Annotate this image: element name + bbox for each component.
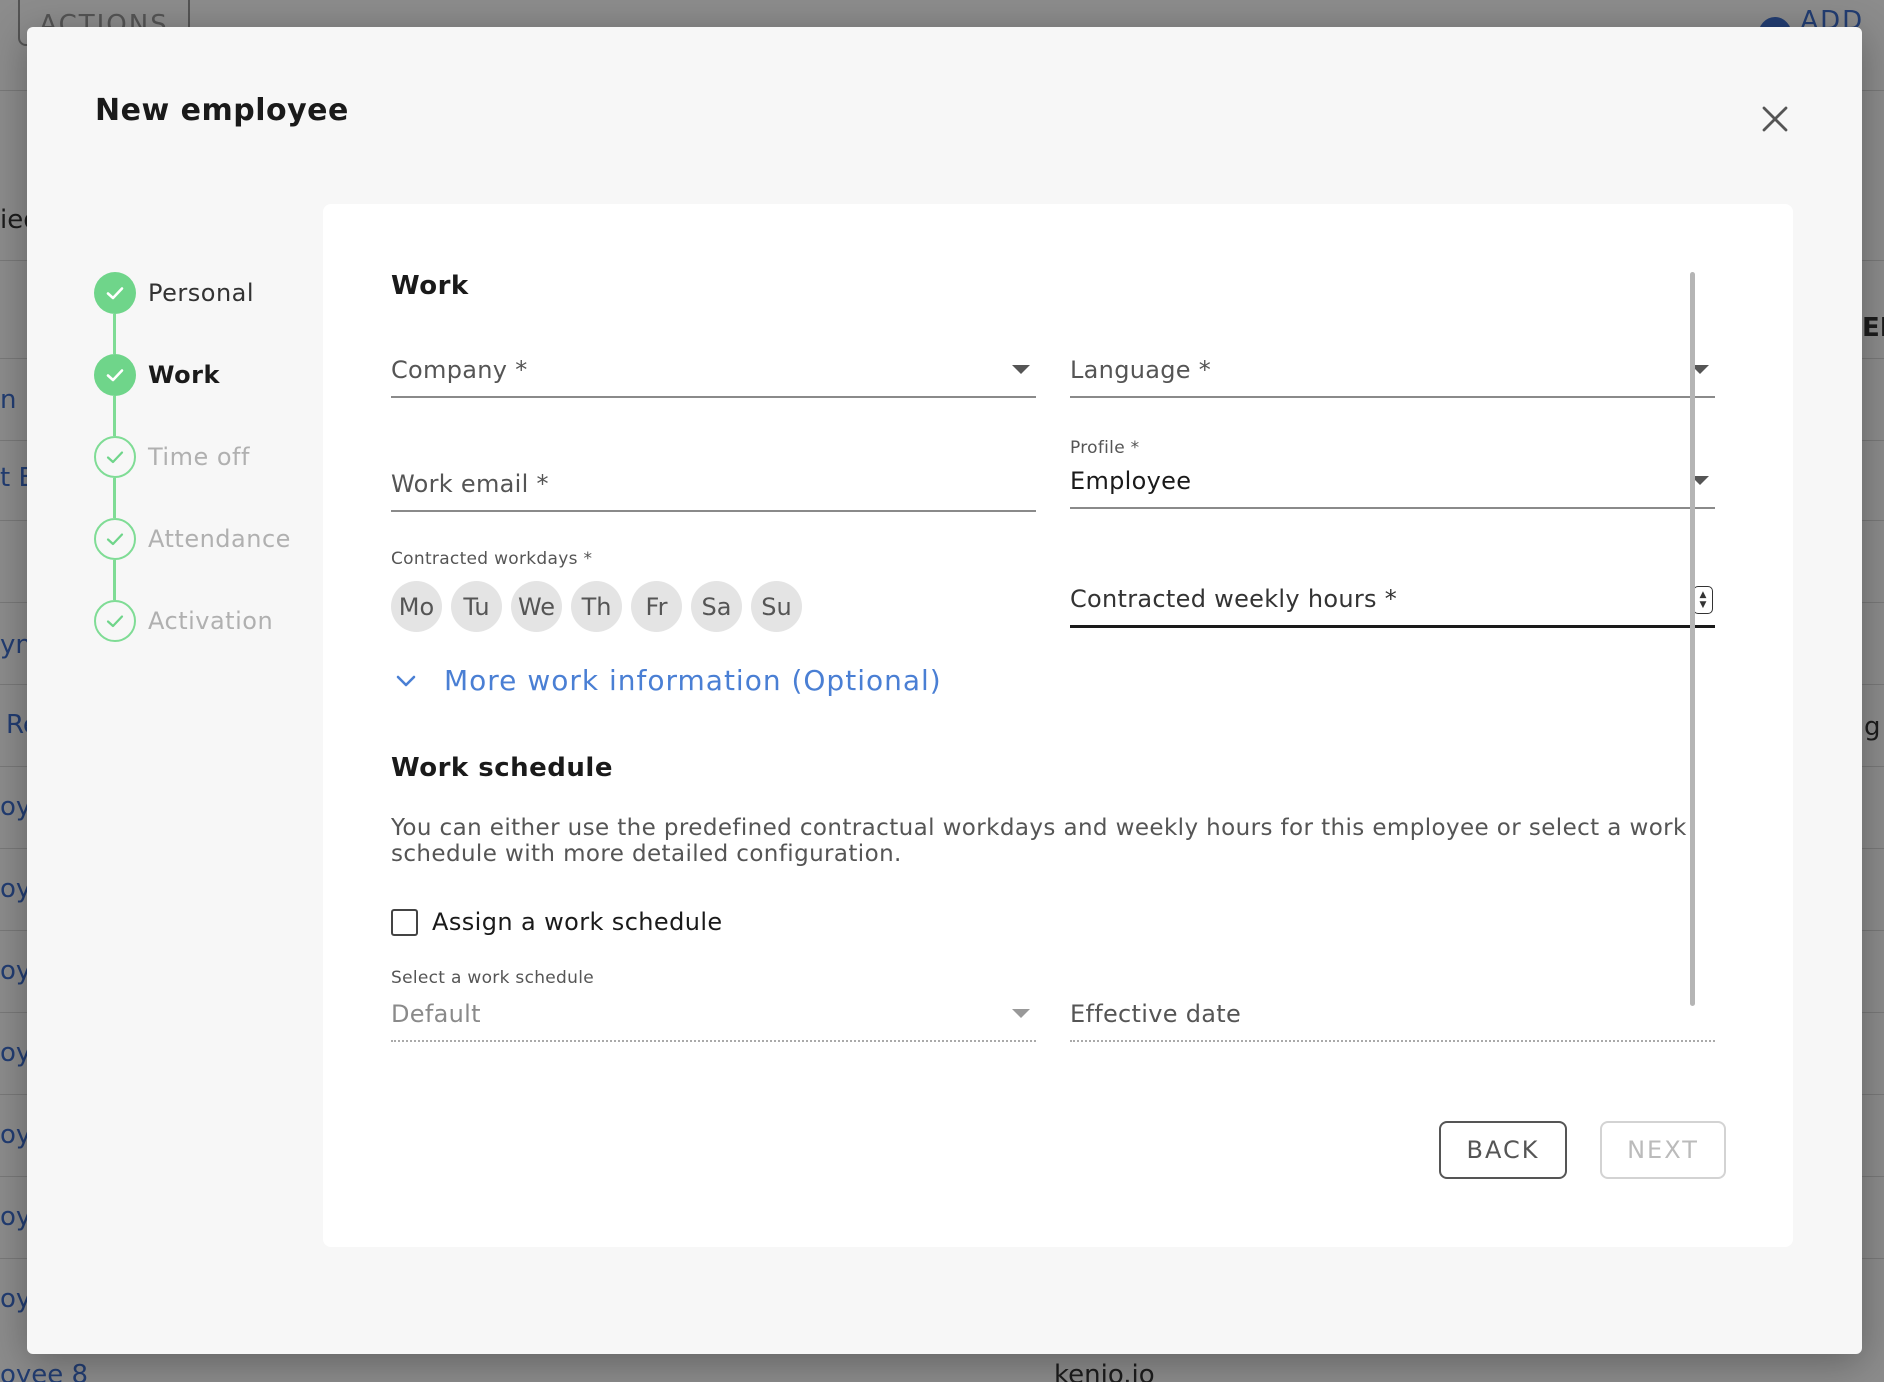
work-schedule-value: Default: [391, 1000, 481, 1028]
step-label: Work: [148, 361, 220, 389]
assign-schedule-row[interactable]: Assign a work schedule: [391, 908, 723, 936]
checkmark-icon: [94, 436, 136, 478]
close-button[interactable]: [1753, 97, 1797, 141]
step-connector: [113, 478, 116, 518]
day-toggle-tu[interactable]: Tu: [451, 581, 502, 632]
effective-date-input: Effective date: [1070, 982, 1715, 1042]
close-icon: [1762, 106, 1788, 132]
more-work-info-label: More work information (Optional): [444, 664, 942, 697]
back-button[interactable]: BACK: [1439, 1121, 1567, 1179]
checkmark-icon: [94, 272, 136, 314]
work-schedule-label: Select a work schedule: [391, 968, 594, 988]
chevron-down-icon[interactable]: ▼: [1700, 600, 1707, 610]
step-activation[interactable]: Activation: [94, 600, 273, 642]
day-toggle-th[interactable]: Th: [571, 581, 622, 632]
workdays-picker: Mo Tu We Th Fr Sa Su: [391, 581, 802, 632]
chevron-down-icon: [1012, 365, 1030, 374]
day-toggle-sa[interactable]: Sa: [691, 581, 742, 632]
chevron-up-icon[interactable]: ▲: [1700, 590, 1707, 600]
language-select[interactable]: Language *: [1070, 338, 1715, 398]
checkmark-icon: [94, 600, 136, 642]
more-work-info-toggle[interactable]: More work information (Optional): [396, 664, 942, 697]
contracted-workdays-label: Contracted workdays *: [391, 549, 593, 569]
number-spinner[interactable]: ▲ ▼: [1693, 586, 1713, 614]
company-select[interactable]: Company *: [391, 338, 1036, 398]
step-connector: [113, 560, 116, 600]
step-attendance[interactable]: Attendance: [94, 518, 291, 560]
profile-select[interactable]: Profile * Employee: [1070, 438, 1715, 509]
step-connector: [113, 396, 116, 436]
step-label: Attendance: [148, 525, 291, 553]
work-section-title: Work: [391, 271, 469, 301]
day-toggle-su[interactable]: Su: [751, 581, 802, 632]
company-label: Company *: [391, 356, 528, 384]
checkmark-icon: [94, 354, 136, 396]
day-toggle-we[interactable]: We: [511, 581, 562, 632]
step-label: Activation: [148, 607, 274, 635]
step-time-off[interactable]: Time off: [94, 436, 250, 478]
day-toggle-mo[interactable]: Mo: [391, 581, 442, 632]
work-email-label: Work email *: [391, 470, 549, 498]
step-work[interactable]: Work: [94, 354, 220, 396]
work-schedule-select: Select a work schedule Default: [391, 968, 1036, 1042]
step-label: Personal: [148, 279, 255, 307]
weekly-hours-input[interactable]: Contracted weekly hours *: [1070, 568, 1715, 628]
assign-schedule-checkbox[interactable]: [391, 908, 418, 936]
chevron-down-icon: [1012, 1009, 1030, 1018]
profile-value: Employee: [1070, 467, 1192, 495]
chevron-down-icon: [396, 675, 416, 686]
scrollbar[interactable]: [1690, 272, 1695, 1006]
weekly-hours-label: Contracted weekly hours *: [1070, 585, 1398, 613]
day-toggle-fr[interactable]: Fr: [631, 581, 682, 632]
assign-schedule-label: Assign a work schedule: [432, 908, 723, 936]
language-label: Language *: [1070, 356, 1212, 384]
step-personal[interactable]: Personal: [94, 272, 254, 314]
effective-date-label: Effective date: [1070, 1000, 1242, 1028]
step-label: Time off: [148, 443, 250, 471]
new-employee-dialog: New employee Personal Work Time off Atte…: [27, 27, 1862, 1354]
checkmark-icon: [94, 518, 136, 560]
profile-label: Profile *: [1070, 438, 1140, 458]
dialog-title: New employee: [95, 93, 349, 128]
work-email-input[interactable]: Work email *: [391, 452, 1036, 512]
step-connector: [113, 314, 116, 354]
work-schedule-title: Work schedule: [391, 753, 613, 783]
next-button[interactable]: NEXT: [1600, 1121, 1726, 1179]
work-schedule-description: You can either use the predefined contra…: [391, 815, 1687, 867]
